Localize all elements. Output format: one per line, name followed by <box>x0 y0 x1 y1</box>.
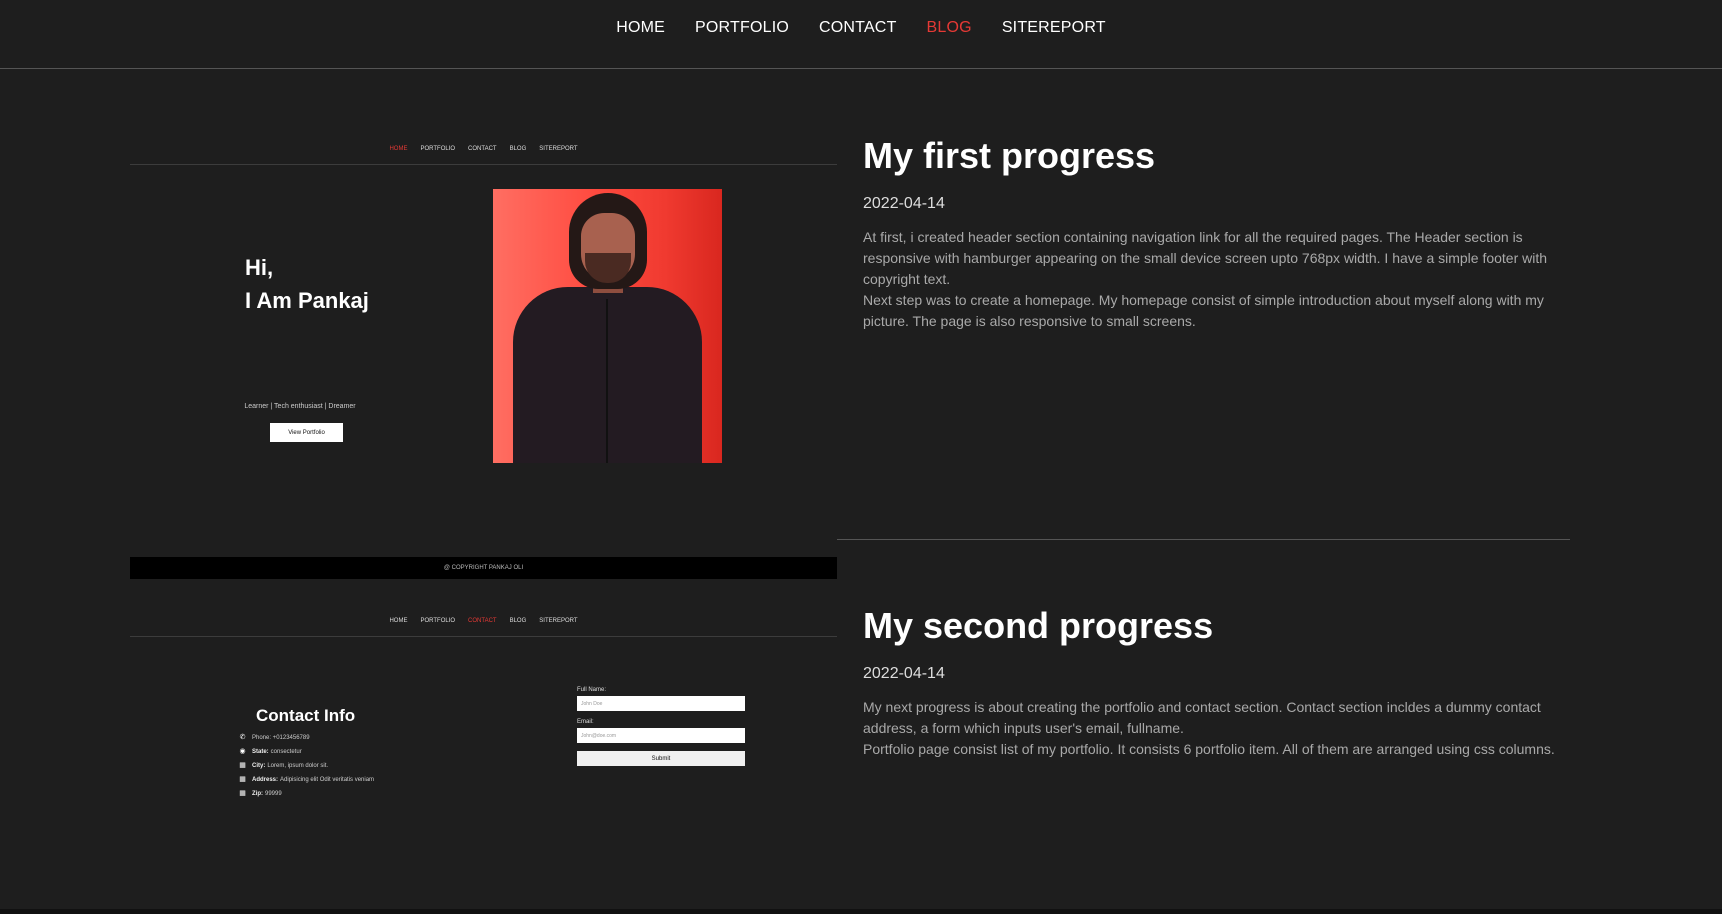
contact-value: consectetur <box>270 749 302 755</box>
contact-info-list: ✆ Phone: +0123456789 ◉ State: consectetu… <box>238 731 374 801</box>
contact-info-title: Contact Info <box>256 706 356 725</box>
mini-nav-sitereport: SITEREPORT <box>539 618 578 624</box>
mini-nav-blog: BLOG <box>509 618 527 624</box>
hero-heading: Hi, I Am Pankaj <box>245 251 369 317</box>
fullname-label: Full Name: <box>577 687 607 693</box>
contact-key: Address: <box>252 777 279 783</box>
contact-row-phone: ✆ Phone: +0123456789 <box>238 731 374 745</box>
email-field: John@doe.com <box>577 728 745 743</box>
mini-nav-home: HOME <box>389 146 408 152</box>
mini-nav-portfolio: PORTFOLIO <box>420 618 456 624</box>
blog-post-1: HOME PORTFOLIO CONTACT BLOG SITEREPORT H… <box>130 69 1573 579</box>
post-paragraph: Portfolio page consist list of my portfo… <box>863 741 1555 758</box>
nav-sitereport[interactable]: SITEREPORT <box>1002 19 1106 37</box>
post-date: 2022-04-14 <box>863 195 945 213</box>
building-icon: ▦ <box>239 790 246 797</box>
post-1-content: My first progress 2022-04-14 At first, i… <box>863 134 1573 332</box>
post-title: My first progress <box>863 135 1156 176</box>
globe-icon: ◉ <box>239 748 246 755</box>
contact-value: Lorem, ipsum dolor sit. <box>267 763 329 769</box>
contact-key: City: <box>252 763 266 769</box>
contact-value: Adipisicing elit Odit veritatis veniam <box>280 777 375 783</box>
post-1-screenshot: HOME PORTFOLIO CONTACT BLOG SITEREPORT H… <box>130 139 837 579</box>
post-paragraph: At first, i created header section conta… <box>863 229 1548 288</box>
hero-tagline: Learner | Tech enthusiast | Dreamer <box>244 403 356 410</box>
site-header: HOME PORTFOLIO CONTACT BLOG SITEREPORT <box>0 0 1722 69</box>
person-zipper <box>606 299 608 463</box>
hero-name: I Am Pankaj <box>245 288 369 313</box>
post-2-content: My second progress 2022-04-14 My next pr… <box>863 604 1573 760</box>
nav-contact[interactable]: CONTACT <box>819 19 897 37</box>
nav-blog[interactable]: BLOG <box>927 19 972 37</box>
contact-value: 99999 <box>265 791 282 797</box>
mini-nav-contact: CONTACT <box>468 146 497 152</box>
profile-photo <box>493 189 722 463</box>
nav-home[interactable]: HOME <box>616 19 665 37</box>
contact-key: State: <box>252 749 269 755</box>
contact-row-zip: ▦ Zip: 99999 <box>238 787 374 801</box>
mini-nav-sitereport: SITEREPORT <box>539 146 578 152</box>
phone-icon: ✆ <box>239 734 246 741</box>
post-2-screenshot: HOME PORTFOLIO CONTACT BLOG SITEREPORT C… <box>130 611 837 851</box>
contact-form: Full Name: John Doe Email: John@doe.com … <box>577 687 745 766</box>
mini-nav: HOME PORTFOLIO CONTACT BLOG SITEREPORT <box>130 611 837 637</box>
blog-post-2: HOME PORTFOLIO CONTACT BLOG SITEREPORT C… <box>130 541 1570 911</box>
post-body: At first, i created header section conta… <box>863 227 1573 332</box>
post-paragraph: My next progress is about creating the p… <box>863 699 1541 737</box>
post-paragraph: Next step was to create a homepage. My h… <box>863 292 1544 330</box>
submit-button: Submit <box>577 751 745 766</box>
nav-portfolio[interactable]: PORTFOLIO <box>695 19 789 37</box>
mini-nav-blog: BLOG <box>509 146 527 152</box>
mini-nav-contact: CONTACT <box>468 618 497 624</box>
fullname-field: John Doe <box>577 696 745 711</box>
mini-nav-portfolio: PORTFOLIO <box>420 146 456 152</box>
view-portfolio-button: View Portfolio <box>270 423 343 442</box>
page-bottom-edge <box>0 909 1722 914</box>
contact-row-address: ▦ Address: Adipisicing elit Odit veritat… <box>238 773 374 787</box>
building-icon: ▦ <box>239 776 246 783</box>
mini-nav-home: HOME <box>389 618 408 624</box>
building-icon: ▦ <box>239 762 246 769</box>
hero-greeting: Hi, <box>245 255 274 280</box>
post-title: My second progress <box>863 605 1214 646</box>
contact-row-state: ◉ State: consectetur <box>238 745 374 759</box>
contact-key: Zip: <box>252 791 263 797</box>
contact-row-city: ▦ City: Lorem, ipsum dolor sit. <box>238 759 374 773</box>
mini-nav: HOME PORTFOLIO CONTACT BLOG SITEREPORT <box>130 139 837 165</box>
email-label: Email: <box>577 719 594 725</box>
post-body: My next progress is about creating the p… <box>863 697 1573 760</box>
main-nav: HOME PORTFOLIO CONTACT BLOG SITEREPORT <box>0 0 1722 37</box>
post-date: 2022-04-14 <box>863 665 945 683</box>
contact-value: Phone: +0123456789 <box>252 735 310 741</box>
